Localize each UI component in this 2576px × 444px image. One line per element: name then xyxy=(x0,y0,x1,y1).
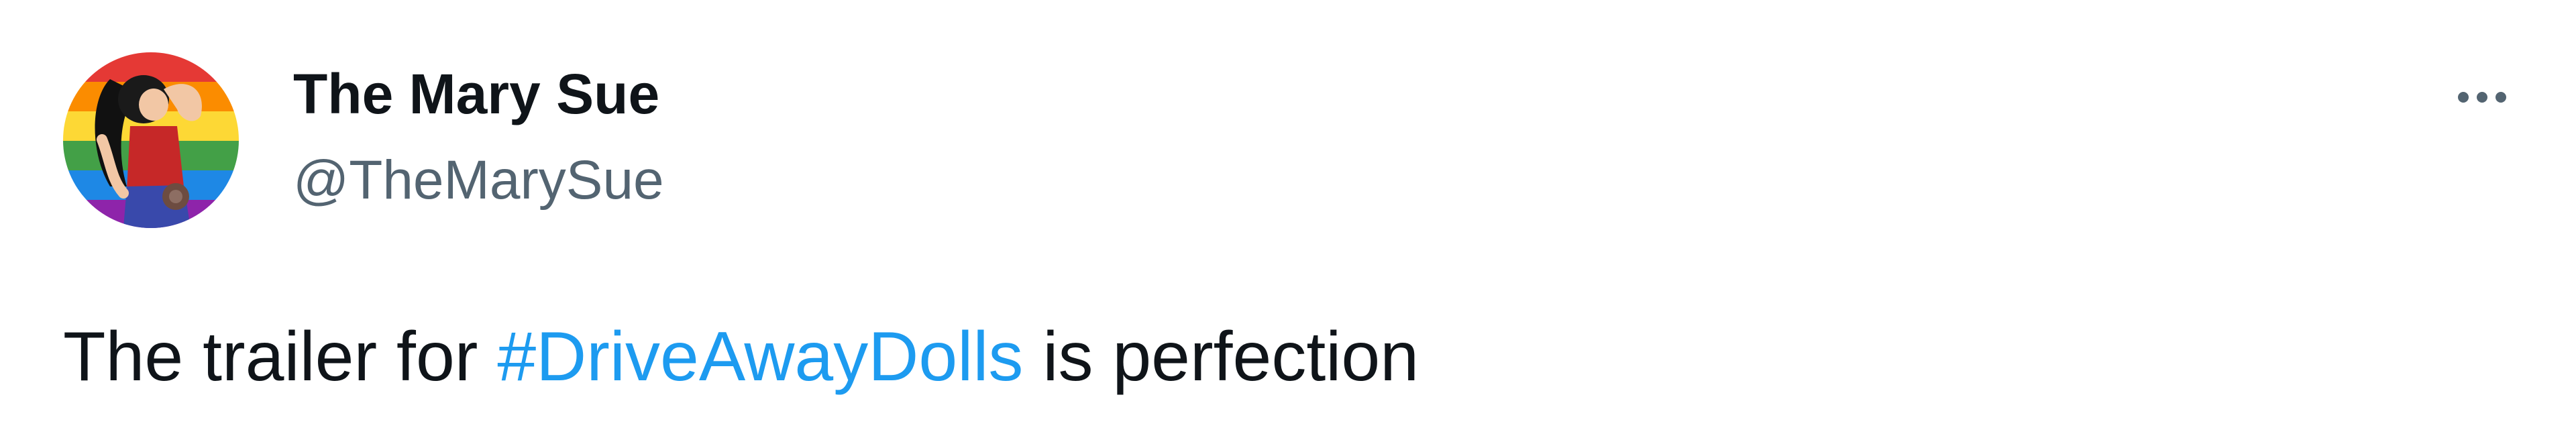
more-horizontal-icon-dot xyxy=(2496,92,2506,103)
tweet-card: The Mary Sue @TheMarySue The trailer for… xyxy=(0,0,2576,444)
display-name[interactable]: The Mary Sue xyxy=(293,66,659,122)
hashtag-link[interactable]: #DriveAwayDolls xyxy=(497,318,1023,396)
tweet-text: The trailer for #DriveAwayDolls is perfe… xyxy=(63,322,1419,392)
tweet-text-before: The trailer for xyxy=(63,318,498,396)
more-horizontal-icon-dot xyxy=(2477,92,2487,103)
more-options-button[interactable] xyxy=(2442,67,2522,127)
tweet-text-after: is perfection xyxy=(1023,318,1419,396)
avatar-image xyxy=(63,52,239,228)
user-handle[interactable]: @TheMarySue xyxy=(293,153,664,208)
avatar[interactable] xyxy=(63,52,239,228)
more-horizontal-icon xyxy=(2458,92,2469,103)
